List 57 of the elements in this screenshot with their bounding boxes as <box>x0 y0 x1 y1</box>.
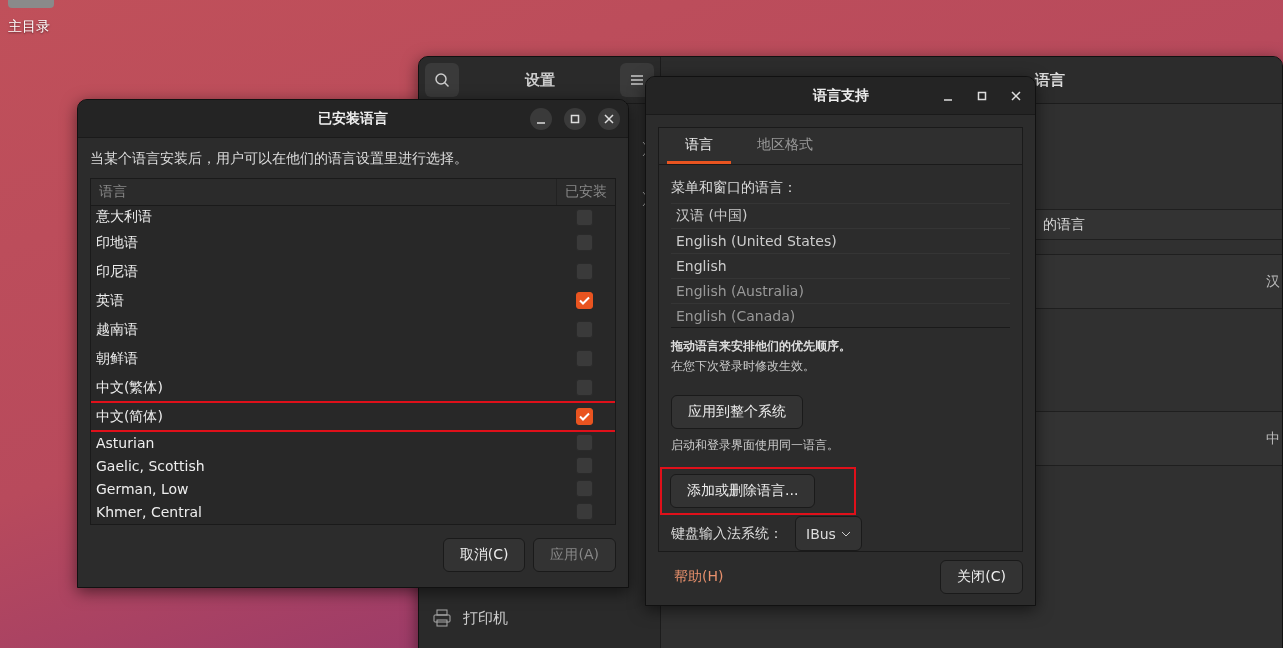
dialog-title: 已安装语言 <box>318 109 388 128</box>
maximize-icon <box>977 90 987 101</box>
maximize-button[interactable] <box>564 107 586 130</box>
input-method-dropdown[interactable]: IBus <box>795 516 862 551</box>
tab[interactable]: 地区格式 <box>739 128 831 164</box>
column-header[interactable]: 语言 <box>91 183 135 201</box>
search-button[interactable] <box>425 63 459 97</box>
tab[interactable]: 语言 <box>667 128 731 164</box>
language-item[interactable]: English <box>676 258 727 274</box>
help-link[interactable]: 帮助(H) <box>674 568 724 586</box>
column-header[interactable]: 已安装 <box>556 179 615 205</box>
sidebar-item[interactable]: 打印机 <box>419 595 660 641</box>
section-label: 菜单和窗口的语言： <box>671 179 798 197</box>
close-dialog-button[interactable]: 关闭(C) <box>940 560 1023 594</box>
language-name: 印尼语 <box>96 262 138 281</box>
language-name: 英语 <box>96 291 124 310</box>
language-name: 中文(简体) <box>96 407 163 426</box>
language-name: Gaelic, Scottish <box>96 457 205 474</box>
language-item[interactable]: English (United States) <box>676 233 837 249</box>
minimize-icon <box>943 98 953 101</box>
hint-text: 拖动语言来安排他们的优先顺序。 <box>671 338 852 355</box>
maximize-icon <box>570 113 580 124</box>
installed-checkbox[interactable] <box>576 408 593 425</box>
printer-icon <box>433 609 451 627</box>
language-name: 意大利语 <box>96 208 152 226</box>
language-name: Asturian <box>96 434 155 451</box>
language-name: 越南语 <box>96 320 138 339</box>
add-remove-languages-button[interactable]: 添加或删除语言... <box>670 474 816 508</box>
close-icon <box>1011 90 1021 101</box>
language-item[interactable]: English (Canada) <box>676 308 796 324</box>
language-item[interactable]: English (Australia) <box>676 283 804 299</box>
language-name: 朝鲜语 <box>96 349 138 368</box>
desktop-icon-label[interactable]: 主目录 <box>8 18 50 36</box>
note-text: 启动和登录界面使用同一语言。 <box>671 437 840 454</box>
language-name: 中文(繁体) <box>96 378 163 397</box>
search-icon <box>434 72 450 88</box>
language-name: 印地语 <box>96 233 138 252</box>
language-name: Khmer, Central <box>96 503 202 520</box>
minimize-button[interactable] <box>530 107 552 130</box>
page-title: 语言 <box>1035 70 1065 90</box>
language-item[interactable]: 汉语 (中国) <box>676 207 748 225</box>
apply-system-button[interactable]: 应用到整个系统 <box>671 395 803 429</box>
keyboard-label: 键盘输入法系统： <box>671 524 783 543</box>
dialog-title: 语言支持 <box>812 86 869 105</box>
chevron-down-icon <box>840 530 851 537</box>
language-name: German, Low <box>96 480 189 497</box>
sidebar-title: 设置 <box>524 70 555 90</box>
installed-checkbox[interactable] <box>576 292 593 309</box>
check-icon <box>579 412 590 421</box>
hint-text: 在您下次登录时修改生效。 <box>671 358 816 375</box>
description-text: 当某个语言安装后，用户可以在他们的语言设置里进行选择。 <box>90 150 469 168</box>
minimize-icon <box>536 121 546 124</box>
menu-icon <box>630 74 644 86</box>
close-icon <box>604 113 614 124</box>
cancel-button[interactable]: 取消(C) <box>442 538 526 572</box>
close-button[interactable] <box>598 107 620 130</box>
check-icon <box>579 296 590 305</box>
